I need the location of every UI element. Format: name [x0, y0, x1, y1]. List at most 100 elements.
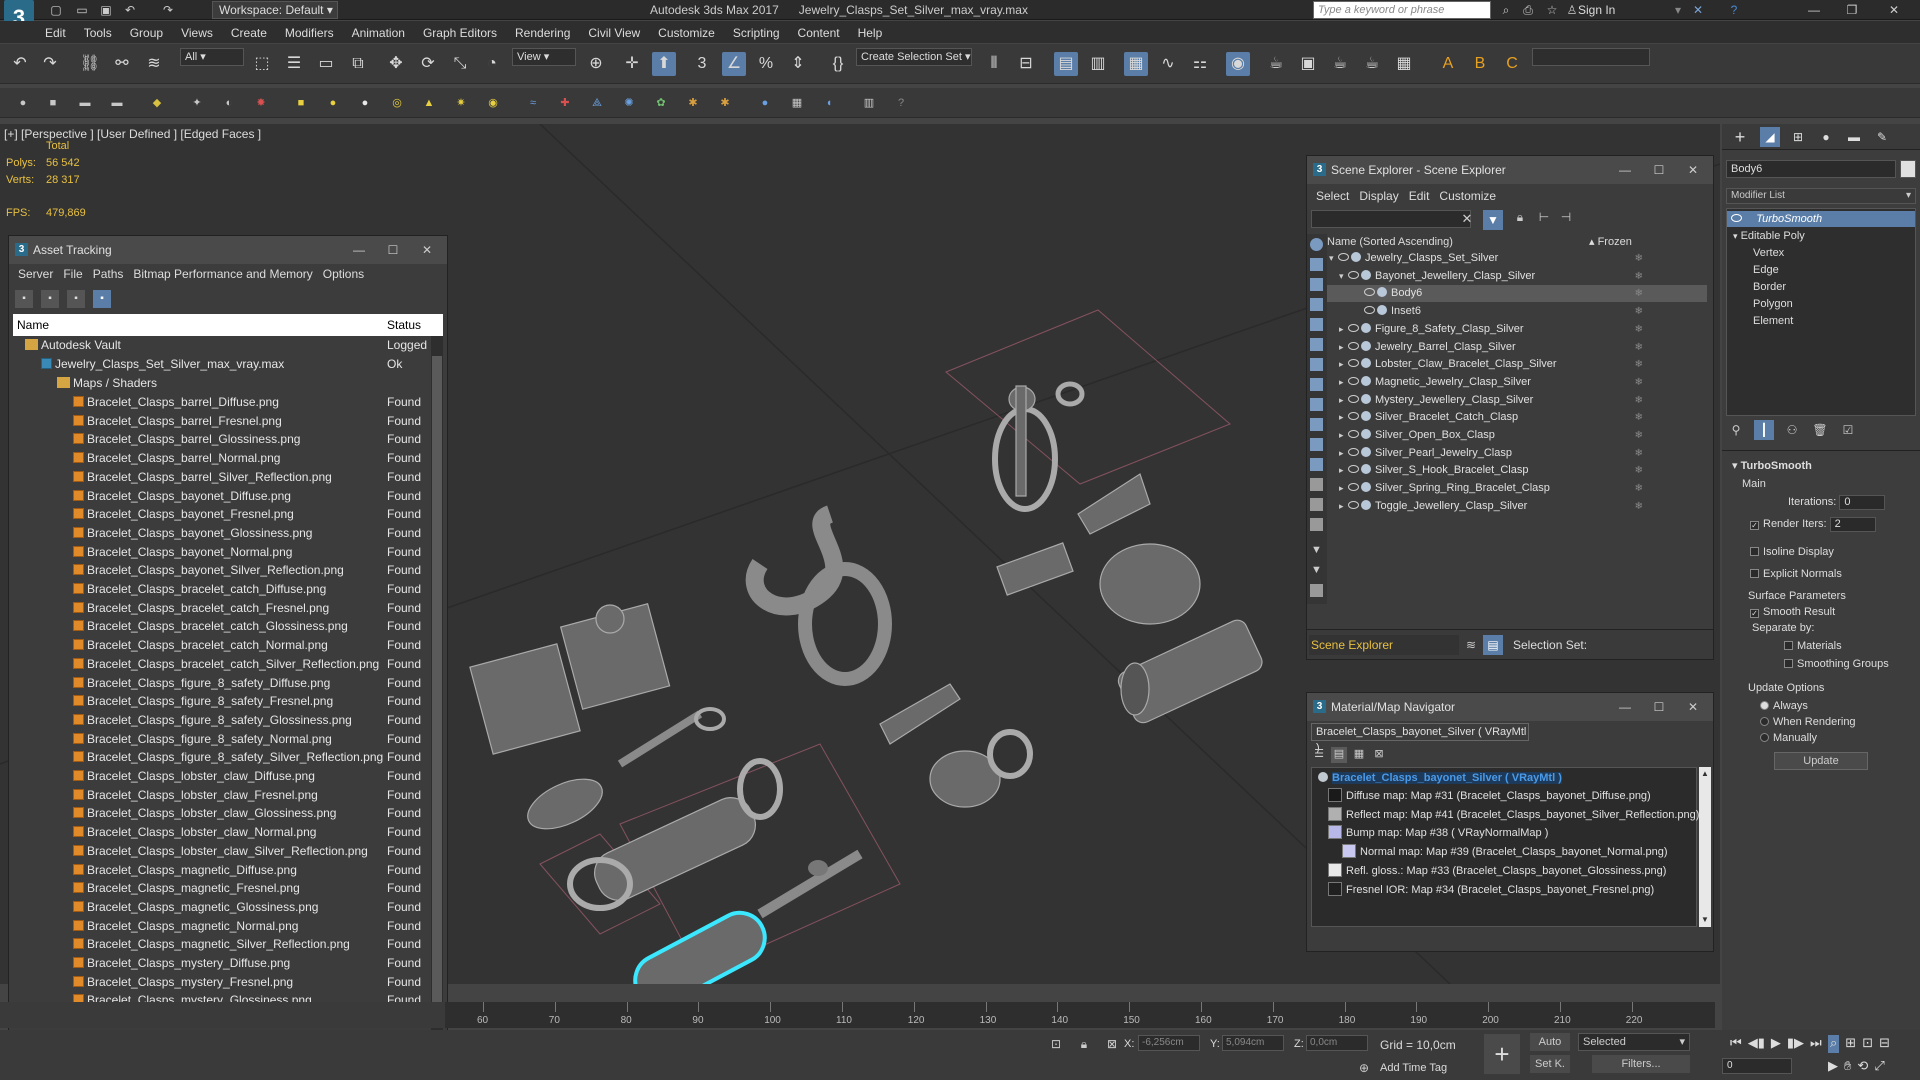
- add-time-tag-label[interactable]: Add Time Tag: [1380, 1062, 1447, 1074]
- display-none-icon[interactable]: [1310, 498, 1323, 511]
- eye-icon[interactable]: [1348, 500, 1359, 509]
- asset-row[interactable]: Bracelet_Clasps_lobster_claw_Silver_Refl…: [13, 842, 439, 861]
- eye-icon[interactable]: [1348, 359, 1359, 368]
- display-xrefs-icon[interactable]: [1310, 378, 1323, 391]
- menu-options[interactable]: Options: [318, 264, 369, 284]
- expand-toggle-icon[interactable]: ▸: [1339, 392, 1348, 409]
- sign-in-link[interactable]: Sign In: [1578, 3, 1615, 17]
- system-icon[interactable]: ✺: [620, 94, 638, 112]
- asset-tracking-titlebar[interactable]: 3 Asset Tracking — ☐ ✕: [9, 236, 447, 264]
- unlink-icon[interactable]: ⚯: [110, 52, 134, 76]
- delete-modifier-icon[interactable]: 🗑︎: [1810, 420, 1830, 440]
- frozen-snowflake-icon[interactable]: ❄: [1635, 392, 1643, 409]
- workspace-dropdown[interactable]: Workspace: Default ▾: [212, 1, 338, 19]
- maximize-button[interactable]: ☐: [385, 242, 401, 258]
- close-button[interactable]: ✕: [1685, 162, 1701, 178]
- asset-row[interactable]: Bracelet_Clasps_lobster_claw_Diffuse.png…: [13, 767, 439, 786]
- tool-icon-3[interactable]: ▬: [76, 94, 94, 112]
- reference-coord-dropdown[interactable]: View ▾: [512, 48, 576, 66]
- asset-row[interactable]: Bracelet_Clasps_figure_8_safety_Fresnel.…: [13, 692, 439, 711]
- grid-icon[interactable]: ▥: [860, 94, 878, 112]
- menu-views[interactable]: Views: [172, 23, 222, 43]
- time-tag-icon[interactable]: ⊕: [1356, 1060, 1372, 1076]
- menu-select[interactable]: Select: [1311, 186, 1354, 206]
- modifier-list-dropdown[interactable]: Modifier List ▾: [1726, 188, 1916, 204]
- asset-row[interactable]: Bracelet_Clasps_lobster_claw_Glossiness.…: [13, 804, 439, 823]
- search-input[interactable]: Type a keyword or phrase: [1313, 1, 1491, 19]
- mesh-icon[interactable]: ▦: [788, 94, 806, 112]
- large-icons-view-icon[interactable]: ⊠: [1371, 747, 1387, 763]
- select-object-icon[interactable]: ⬚: [250, 52, 274, 76]
- viewport-label[interactable]: [+] [Perspective ] [User Defined ] [Edge…: [4, 127, 261, 141]
- column-frozen[interactable]: ▴ Frozen: [1589, 234, 1632, 250]
- display-containers-icon[interactable]: [1310, 418, 1323, 431]
- subscription-icon[interactable]: ⎙: [1520, 2, 1536, 18]
- scene-explorer-toggle-icon[interactable]: ▤: [1054, 52, 1078, 76]
- frozen-snowflake-icon[interactable]: ❄: [1635, 498, 1643, 515]
- dynamics-icon[interactable]: ✱: [716, 94, 734, 112]
- asset-row[interactable]: Bracelet_Clasps_magnetic_Glossiness.png F…: [13, 898, 439, 917]
- display-tab-icon[interactable]: ▬: [1844, 127, 1864, 147]
- menu-bitmap-performance[interactable]: Bitmap Performance and Memory: [128, 264, 317, 284]
- asset-vertical-scrollbar[interactable]: [431, 336, 443, 1048]
- scene-tree-item[interactable]: ▸ Lobster_Claw_Bracelet_Clasp_Silver ❄: [1327, 356, 1707, 373]
- zoom-extents-icon[interactable]: ⊡: [1862, 1035, 1873, 1053]
- named-selection-dropdown[interactable]: Create Selection Set ▾: [856, 48, 972, 66]
- folder-icon[interactable]: [1310, 584, 1323, 597]
- scene-tree-item[interactable]: ▸ Toggle_Jewellery_Clasp_Silver ❄: [1327, 498, 1707, 515]
- asset-row[interactable]: Bracelet_Clasps_figure_8_safety_Normal.p…: [13, 730, 439, 749]
- expand-toggle-icon[interactable]: ▸: [1339, 321, 1348, 338]
- smooth-result-row[interactable]: ✓ Smooth Result: [1722, 604, 1920, 620]
- iterations-spinner[interactable]: 0: [1839, 494, 1886, 510]
- new-file-icon[interactable]: ▢: [48, 2, 64, 18]
- show-end-result-icon[interactable]: ┃: [1754, 420, 1774, 440]
- material-navigator-titlebar[interactable]: 3 Material/Map Navigator — ☐ ✕: [1307, 693, 1713, 721]
- pin-stack-icon[interactable]: ⚲: [1726, 420, 1746, 440]
- scene-tree-item[interactable]: ▾ Jewelry_Clasps_Set_Silver ❄: [1327, 250, 1707, 267]
- asset-row[interactable]: Bracelet_Clasps_bracelet_catch_Normal.pn…: [13, 636, 439, 655]
- percent-snap-icon[interactable]: %: [754, 52, 778, 76]
- asset-row[interactable]: Bracelet_Clasps_barrel_Glossiness.png Fou…: [13, 430, 439, 449]
- expand-toggle-icon[interactable]: ▾: [1329, 250, 1338, 267]
- display-all-icon[interactable]: [1310, 478, 1323, 491]
- always-radio[interactable]: [1760, 701, 1769, 710]
- expand-toggle-icon[interactable]: ▸: [1339, 427, 1348, 444]
- geosphere-icon[interactable]: ●: [356, 94, 374, 112]
- angle-snap-icon[interactable]: ∠: [722, 52, 746, 76]
- asset-row[interactable]: Bracelet_Clasps_lobster_claw_Normal.png F…: [13, 823, 439, 842]
- explicit-normals-row[interactable]: Explicit Normals: [1722, 566, 1920, 582]
- asset-row[interactable]: Bracelet_Clasps_mystery_Diffuse.png Found: [13, 954, 439, 973]
- scene-tree-item[interactable]: ▸ Silver_Pearl_Jewelry_Clasp ❄: [1327, 445, 1707, 462]
- display-invert-icon[interactable]: [1310, 518, 1323, 531]
- scene-tree-item[interactable]: ▸ Silver_Bracelet_Catch_Clasp ❄: [1327, 409, 1707, 426]
- update-button[interactable]: Update: [1774, 752, 1868, 770]
- make-unique-icon[interactable]: ⚇: [1782, 420, 1802, 440]
- scene-tree-item[interactable]: ▸ Figure_8_Safety_Clasp_Silver ❄: [1327, 321, 1707, 338]
- eye-icon[interactable]: [1364, 306, 1375, 315]
- tool-icon-6[interactable]: ✦: [188, 94, 206, 112]
- eye-icon[interactable]: [1364, 288, 1375, 297]
- asset-row[interactable]: Bracelet_Clasps_bracelet_catch_Diffuse.p…: [13, 580, 439, 599]
- expand-toggle-icon[interactable]: ▾: [1339, 268, 1348, 285]
- spline-icon[interactable]: ≈: [524, 94, 542, 112]
- hierarchy-tab-icon[interactable]: ⊞: [1788, 127, 1808, 147]
- asset-row[interactable]: Bracelet_Clasps_bayonet_Silver_Reflectio…: [13, 561, 439, 580]
- maximize-viewport-icon[interactable]: ⤢: [1874, 1058, 1884, 1076]
- column-name[interactable]: Name (Sorted Ascending): [1327, 234, 1453, 250]
- materials-row[interactable]: Materials: [1722, 638, 1920, 654]
- capsule-icon[interactable]: ◖: [820, 94, 838, 112]
- light-icon[interactable]: ✷: [452, 94, 470, 112]
- filter-funnel-icon[interactable]: ▼: [1310, 544, 1323, 557]
- frozen-snowflake-icon[interactable]: ❄: [1635, 445, 1643, 462]
- favorites-icon[interactable]: ☆: [1544, 2, 1560, 18]
- scroll-down-icon[interactable]: ▼: [1700, 915, 1710, 925]
- smoothing-groups-checkbox[interactable]: [1784, 659, 1793, 668]
- frozen-snowflake-icon[interactable]: ❄: [1635, 462, 1643, 479]
- menu-rendering[interactable]: Rendering: [506, 23, 579, 43]
- undo-icon[interactable]: ↶: [8, 52, 32, 76]
- modify-tab-icon[interactable]: ◢: [1760, 127, 1780, 147]
- maximize-button[interactable]: ☐: [1651, 162, 1667, 178]
- help-circle-icon[interactable]: ?: [892, 94, 910, 112]
- eye-icon[interactable]: [1348, 394, 1359, 403]
- object-name-input[interactable]: Body6: [1726, 160, 1896, 178]
